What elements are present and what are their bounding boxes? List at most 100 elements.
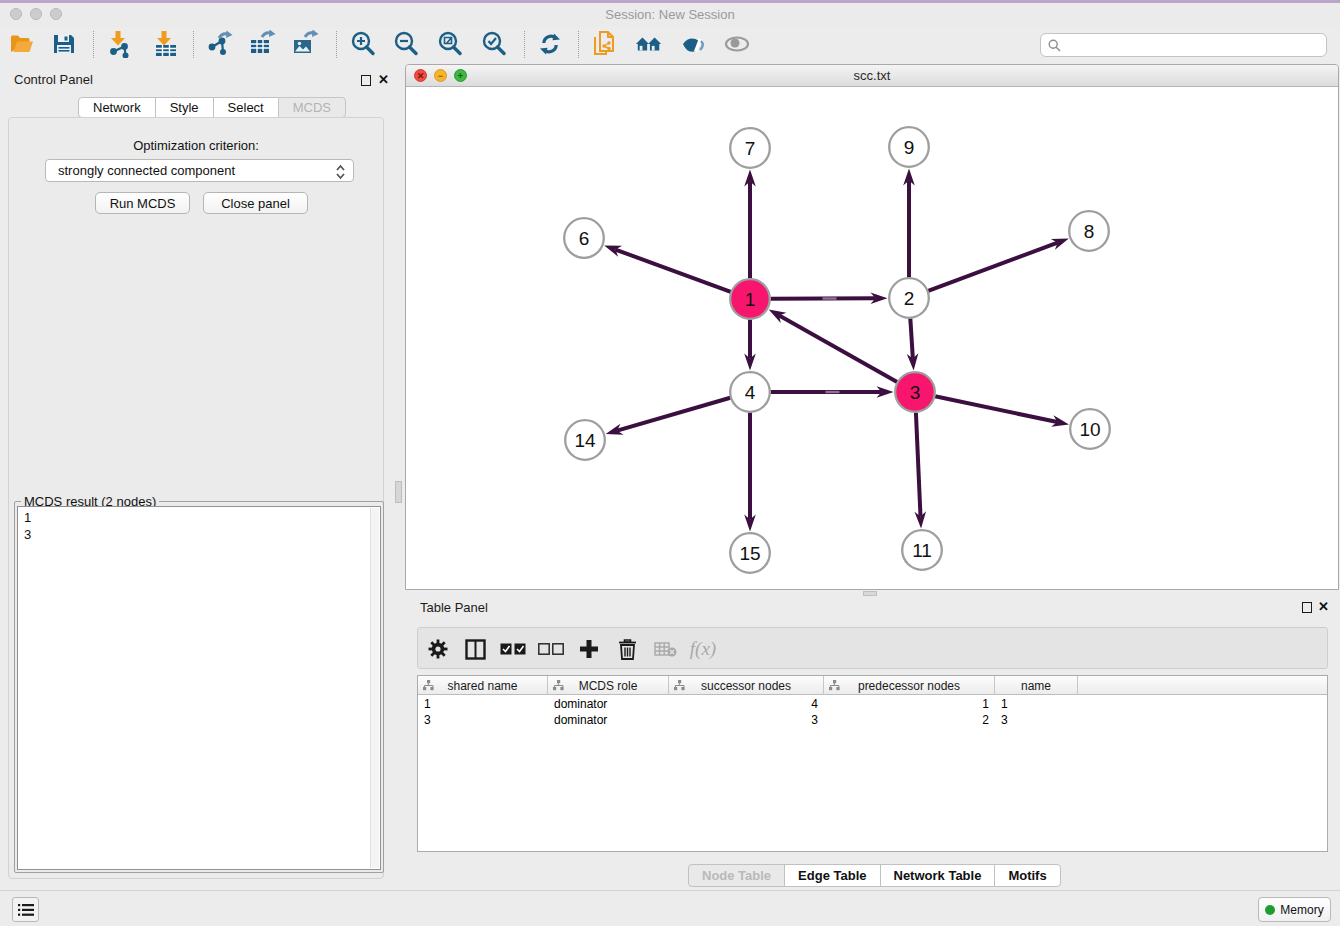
add-column-icon[interactable]	[576, 636, 602, 662]
export-image-icon[interactable]	[291, 30, 319, 58]
import-table-icon[interactable]	[152, 30, 180, 58]
cell-successor-nodes[interactable]: 3	[669, 712, 824, 728]
table-row[interactable]: 1dominator411	[418, 696, 1327, 712]
column-type-icon	[674, 680, 685, 691]
column-header-MCDS-role[interactable]: MCDS role	[548, 676, 669, 695]
edge-2-3[interactable]	[910, 318, 913, 358]
cell-successor-nodes[interactable]: 4	[669, 696, 824, 712]
edge-label-mark	[823, 297, 837, 299]
horizontal-splitter-handle[interactable]	[863, 591, 877, 596]
node-label-8: 8	[1084, 221, 1095, 242]
edge-3-10[interactable]	[935, 396, 1057, 422]
criterion-select[interactable]: strongly connected component	[45, 159, 354, 182]
control-tab-style[interactable]: Style	[155, 97, 214, 118]
close-panel-button-2[interactable]: Close panel	[203, 192, 308, 214]
zoom-in-icon[interactable]	[349, 30, 377, 58]
export-table-icon[interactable]	[248, 30, 276, 58]
clone-network-icon[interactable]	[591, 30, 619, 58]
memory-button[interactable]: Memory	[1258, 897, 1331, 922]
table-float-button[interactable]	[1302, 602, 1312, 613]
column-header-successor-nodes[interactable]: successor nodes	[669, 676, 824, 695]
control-panel-tabs: NetworkStyleSelectMCDS	[78, 97, 346, 118]
cell-MCDS-role[interactable]: dominator	[548, 696, 669, 712]
mcds-panel: Optimization criterion: strongly connect…	[8, 117, 384, 879]
task-history-button[interactable]	[12, 897, 39, 922]
column-type-icon	[553, 680, 564, 691]
network-window-titlebar[interactable]: ✕ − + scc.txt	[406, 65, 1338, 87]
node-label-3: 3	[910, 382, 921, 403]
cell-MCDS-role[interactable]: dominator	[548, 712, 669, 728]
optimization-criterion-label: Optimization criterion:	[9, 138, 383, 153]
close-panel-button[interactable]: ✕	[378, 72, 389, 87]
table-tab-node-table[interactable]: Node Table	[688, 864, 785, 887]
edge-label-mark	[826, 391, 840, 393]
table-settings-icon[interactable]	[426, 636, 450, 662]
float-panel-button[interactable]	[361, 75, 371, 86]
function-builder-icon[interactable]: f(x)	[686, 636, 720, 662]
mcds-result-line: 1	[24, 509, 380, 526]
delete-column-icon[interactable]	[614, 636, 640, 662]
table-tab-edge-table[interactable]: Edge Table	[784, 864, 880, 887]
open-session-icon[interactable]	[8, 30, 36, 58]
save-session-icon[interactable]	[50, 30, 78, 58]
window-title: Session: New Session	[0, 7, 1340, 22]
node-label-7: 7	[745, 138, 756, 159]
show-all-icon[interactable]	[723, 30, 751, 58]
column-type-icon	[423, 680, 434, 691]
network-window-title: scc.txt	[406, 68, 1338, 83]
cell-predecessor-nodes[interactable]: 1	[824, 696, 995, 712]
fit-content-icon[interactable]	[436, 30, 464, 58]
table-tab-network-table[interactable]: Network Table	[880, 864, 996, 887]
column-header-predecessor-nodes[interactable]: predecessor nodes	[824, 676, 995, 695]
deselect-all-icon[interactable]	[536, 636, 566, 662]
control-tab-network[interactable]: Network	[78, 97, 156, 118]
run-mcds-button[interactable]: Run MCDS	[95, 192, 190, 214]
cell-predecessor-nodes[interactable]: 2	[824, 712, 995, 728]
vertical-splitter-handle[interactable]	[395, 481, 402, 503]
table-row[interactable]: 3dominator323	[418, 712, 1327, 728]
search-icon	[1048, 39, 1061, 52]
hide-selected-icon[interactable]	[679, 30, 707, 58]
refresh-icon[interactable]	[536, 30, 564, 58]
mcds-result-text[interactable]: 13	[17, 506, 381, 870]
node-table: shared nameMCDS rolesuccessor nodesprede…	[417, 675, 1328, 852]
cell-shared-name[interactable]: 3	[418, 712, 548, 728]
control-panel-title: Control Panel	[14, 72, 93, 87]
column-header-name[interactable]: name	[995, 676, 1078, 695]
table-close-button[interactable]: ✕	[1318, 599, 1329, 614]
edge-4-14[interactable]	[617, 398, 730, 431]
edge-3-1[interactable]	[779, 315, 897, 381]
delete-table-icon[interactable]	[651, 636, 679, 662]
column-header-shared-name[interactable]: shared name	[418, 676, 548, 695]
result-scrollbar[interactable]	[370, 508, 379, 868]
node-label-9: 9	[904, 137, 915, 158]
network-canvas[interactable]: 1234678910111415	[406, 87, 1338, 590]
edge-1-6[interactable]	[615, 250, 730, 292]
mcds-result-group: MCDS result (2 nodes) 13	[14, 501, 384, 873]
node-label-1: 1	[745, 289, 756, 310]
table-toolbar: f(x)	[417, 627, 1328, 669]
export-network-icon[interactable]	[205, 30, 233, 58]
control-tab-select[interactable]: Select	[213, 97, 279, 118]
edge-2-8[interactable]	[928, 243, 1057, 291]
table-panel-title: Table Panel	[420, 600, 488, 615]
table-tab-motifs[interactable]: Motifs	[994, 864, 1060, 887]
cell-shared-name[interactable]: 1	[418, 696, 548, 712]
cell-name[interactable]: 3	[995, 712, 1078, 728]
memory-status-icon	[1265, 905, 1275, 915]
control-tab-mcds[interactable]: MCDS	[278, 97, 346, 118]
search-input[interactable]	[1040, 33, 1327, 57]
first-neighbors-icon[interactable]	[635, 30, 663, 58]
edge-3-11[interactable]	[916, 412, 921, 516]
zoom-out-icon[interactable]	[392, 30, 420, 58]
column-view-icon[interactable]	[462, 636, 488, 662]
node-label-15: 15	[739, 543, 760, 564]
import-network-icon[interactable]	[106, 30, 134, 58]
select-all-icon[interactable]	[498, 636, 528, 662]
table-tabs: Node TableEdge TableNetwork TableMotifs	[688, 864, 1061, 887]
zoom-selected-icon[interactable]	[480, 30, 508, 58]
select-stepper-icon	[335, 164, 346, 180]
cell-name[interactable]: 1	[995, 696, 1078, 712]
node-label-11: 11	[912, 540, 932, 561]
node-label-14: 14	[574, 430, 596, 451]
